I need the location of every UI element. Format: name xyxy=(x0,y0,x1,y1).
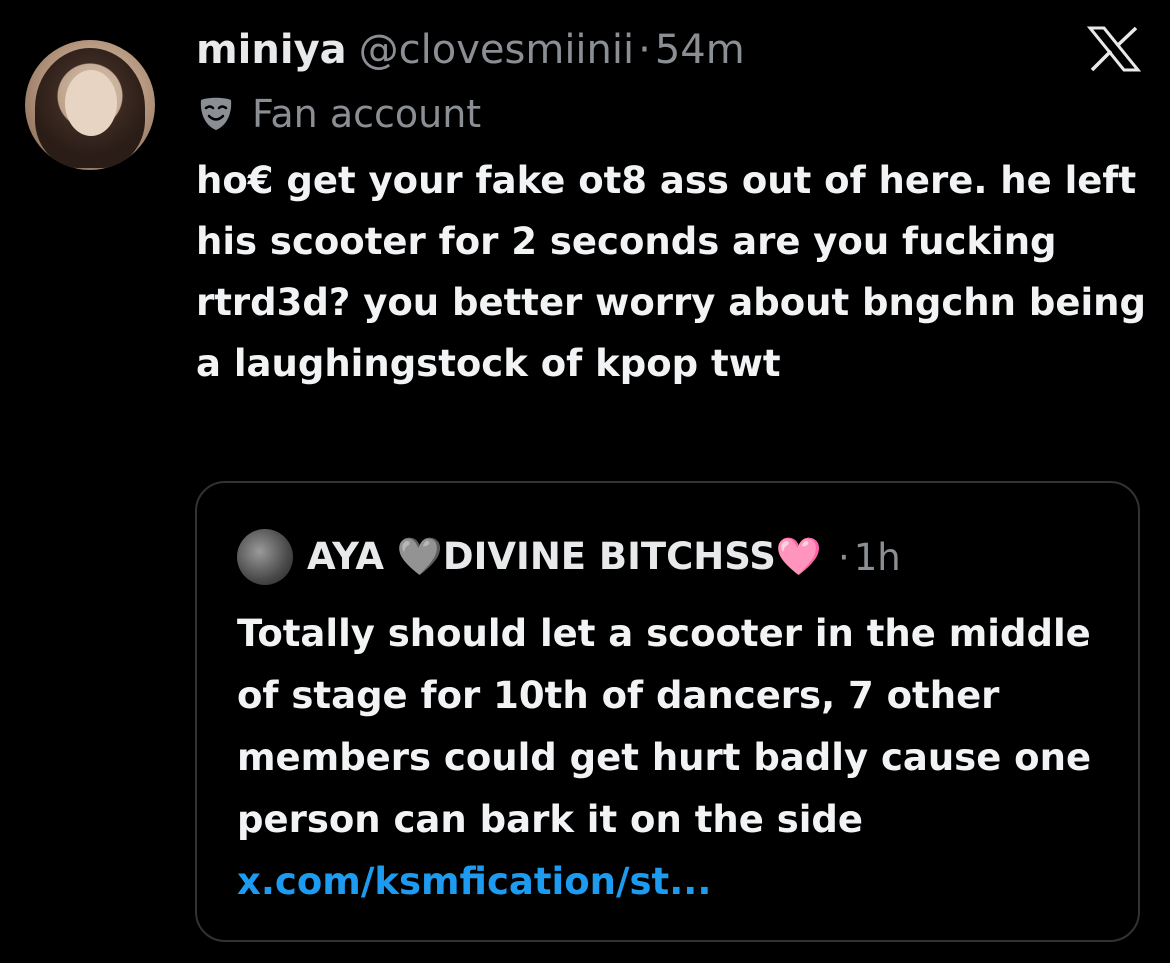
quote-link[interactable]: x.com/ksmfication/st... xyxy=(237,860,711,903)
timestamp[interactable]: 54m xyxy=(655,27,745,73)
quote-text: Totally should let a scooter in the midd… xyxy=(237,603,1117,913)
display-name[interactable]: miniya xyxy=(196,27,347,73)
separator-dot: · xyxy=(638,27,651,73)
handle[interactable]: @clovesmiinii xyxy=(359,27,634,73)
quote-header: AYA 🩶DIVINE BITCHSS🩷 · 1h xyxy=(237,529,901,585)
account-label: Fan account xyxy=(196,86,481,142)
post-header: miniya @clovesmiinii · 54m xyxy=(196,22,745,78)
mask-icon xyxy=(200,97,232,130)
account-label-text: Fan account xyxy=(252,92,482,136)
avatar-face xyxy=(65,70,117,136)
post[interactable]: miniya @clovesmiinii · 54m Fan account h… xyxy=(0,0,1170,963)
quote-avatar xyxy=(237,529,293,585)
quote-display-name: AYA 🩶DIVINE BITCHSS🩷 xyxy=(307,535,822,578)
quote-timestamp: 1h xyxy=(853,535,901,579)
x-logo-icon[interactable] xyxy=(1086,24,1142,74)
tweet-text: ho€ get your fake ot8 ass out of here. h… xyxy=(196,159,1146,385)
quote-separator-dot: · xyxy=(837,535,850,579)
quoted-tweet[interactable]: AYA 🩶DIVINE BITCHSS🩷 · 1h Totally should… xyxy=(195,481,1140,942)
avatar[interactable] xyxy=(25,40,155,170)
quote-body: Totally should let a scooter in the midd… xyxy=(237,612,1092,841)
